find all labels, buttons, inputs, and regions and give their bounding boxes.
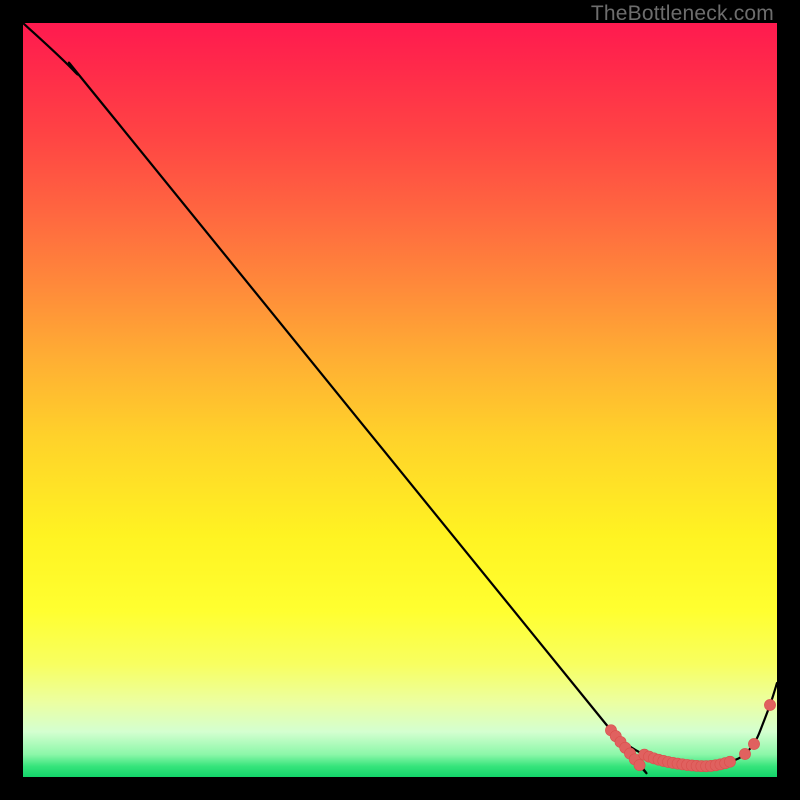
curve-marker — [634, 760, 645, 771]
curve-marker — [764, 699, 775, 710]
curve-marker — [739, 748, 750, 759]
plot-background — [23, 23, 777, 777]
chart-outer-frame: TheBottleneck.com — [0, 0, 800, 800]
bottleneck-chart — [0, 0, 800, 800]
curve-marker — [724, 756, 735, 767]
watermark-label: TheBottleneck.com — [591, 2, 774, 26]
curve-marker — [748, 738, 759, 749]
